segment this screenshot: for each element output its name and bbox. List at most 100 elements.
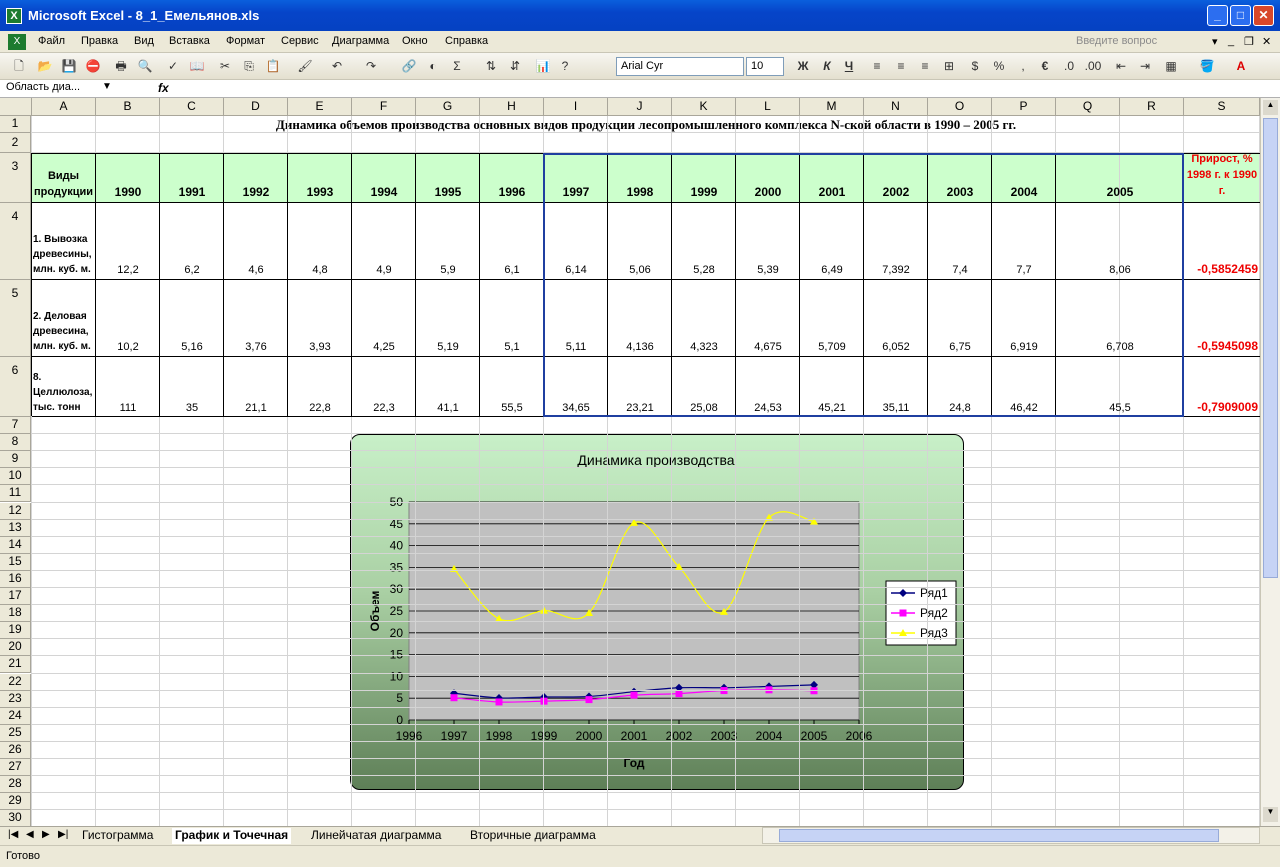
column-header[interactable]: N: [864, 98, 928, 116]
data-cell[interactable]: 45,5: [1056, 357, 1184, 417]
row-header[interactable]: 30: [0, 810, 31, 826]
column-header[interactable]: H: [480, 98, 544, 116]
excel-app-icon[interactable]: X: [6, 8, 22, 24]
row-header[interactable]: 18: [0, 605, 31, 623]
menu-window[interactable]: Окно: [402, 35, 428, 47]
minimize-button[interactable]: _: [1207, 5, 1228, 26]
data-cell[interactable]: 5,19: [416, 280, 480, 356]
data-cell[interactable]: 4,25: [352, 280, 416, 356]
currency-icon[interactable]: $: [966, 57, 984, 75]
data-cell[interactable]: 34,65: [544, 357, 608, 417]
row-header[interactable]: 27: [0, 759, 31, 777]
data-cell[interactable]: 22,3: [352, 357, 416, 417]
format-painter-icon[interactable]: 🖌: [296, 57, 314, 75]
data-cell[interactable]: 22,8: [288, 357, 352, 417]
data-cell[interactable]: 5,9: [416, 203, 480, 279]
hyperlink-icon[interactable]: 🔗: [400, 57, 418, 75]
font-name-box[interactable]: Arial Cyr: [616, 57, 744, 76]
row-header[interactable]: 17: [0, 588, 31, 606]
data-cell[interactable]: 4,6: [224, 203, 288, 279]
data-cell[interactable]: 7,4: [928, 203, 992, 279]
fill-color-icon[interactable]: 🪣: [1198, 57, 1216, 75]
data-cell[interactable]: 25,08: [672, 357, 736, 417]
data-cell[interactable]: 4,675: [736, 280, 800, 356]
row-header[interactable]: 16: [0, 570, 31, 588]
chart-area[interactable]: Динамика производства0510152025303540455…: [350, 434, 964, 790]
data-cell[interactable]: 5,39: [736, 203, 800, 279]
permission-icon[interactable]: ⛔: [84, 57, 102, 75]
data-cell[interactable]: 3,93: [288, 280, 352, 356]
data-cell[interactable]: 35,11: [864, 357, 928, 417]
print-icon[interactable]: 🖶: [112, 57, 130, 75]
vertical-scrollbar[interactable]: ▲ ▼: [1260, 98, 1280, 826]
row-header[interactable]: 20: [0, 639, 31, 657]
increase-indent-icon[interactable]: ⇥: [1136, 57, 1154, 75]
select-all-corner[interactable]: [0, 98, 32, 116]
copy-icon[interactable]: ⎘: [240, 57, 258, 75]
row-header[interactable]: 25: [0, 724, 31, 742]
spelling-icon[interactable]: ✓: [164, 57, 182, 75]
data-cell[interactable]: 5,28: [672, 203, 736, 279]
chart-wizard-icon[interactable]: 📊: [534, 57, 552, 75]
data-cell[interactable]: 6,75: [928, 280, 992, 356]
new-icon[interactable]: 🗋: [10, 57, 28, 75]
column-header[interactable]: R: [1120, 98, 1184, 116]
bold-button[interactable]: Ж: [794, 57, 812, 75]
menu-tools[interactable]: Сервис: [281, 35, 319, 47]
paste-icon[interactable]: 📋: [264, 57, 282, 75]
research-icon[interactable]: 📖: [188, 57, 206, 75]
italic-button[interactable]: К: [818, 57, 836, 75]
align-center-icon[interactable]: ≡: [892, 57, 910, 75]
next-sheet-icon[interactable]: ▶: [42, 829, 50, 840]
maximize-button[interactable]: □: [1230, 5, 1251, 26]
row-header[interactable]: 26: [0, 741, 31, 759]
save-icon[interactable]: 💾: [60, 57, 78, 75]
data-cell[interactable]: 7,392: [864, 203, 928, 279]
decrease-indent-icon[interactable]: ⇤: [1112, 57, 1130, 75]
row-header[interactable]: 29: [0, 793, 31, 811]
data-cell[interactable]: 21,1: [224, 357, 288, 417]
tab-histogram[interactable]: Гистограмма: [82, 828, 153, 844]
data-cell[interactable]: 45,21: [800, 357, 864, 417]
scroll-up-icon[interactable]: ▲: [1263, 100, 1278, 115]
data-cell[interactable]: 6,1: [480, 203, 544, 279]
column-header[interactable]: O: [928, 98, 992, 116]
data-cell[interactable]: 41,1: [416, 357, 480, 417]
data-cell[interactable]: 4,323: [672, 280, 736, 356]
data-cell[interactable]: 24,8: [928, 357, 992, 417]
row-header[interactable]: 23: [0, 690, 31, 708]
prev-sheet-icon[interactable]: ◀: [26, 829, 34, 840]
data-cell[interactable]: 5,06: [608, 203, 672, 279]
data-cell[interactable]: 5,16: [160, 280, 224, 356]
line-chart[interactable]: Динамика производства0510152025303540455…: [351, 435, 964, 790]
row-header[interactable]: 13: [0, 519, 31, 537]
menu-insert[interactable]: Вставка: [169, 35, 210, 47]
column-header[interactable]: S: [1184, 98, 1260, 116]
name-box-dropdown-icon[interactable]: ▼: [102, 81, 112, 92]
data-cell[interactable]: 6,052: [864, 280, 928, 356]
data-cell[interactable]: 5,11: [544, 280, 608, 356]
first-sheet-icon[interactable]: |◀: [8, 829, 18, 840]
doc-minimize-button[interactable]: _: [1228, 35, 1234, 47]
row-header[interactable]: 8: [0, 434, 31, 452]
document-icon[interactable]: X: [8, 34, 26, 50]
font-size-box[interactable]: 10: [746, 57, 784, 76]
data-cell[interactable]: 35: [160, 357, 224, 417]
close-button[interactable]: ✕: [1253, 5, 1274, 26]
align-right-icon[interactable]: ≡: [916, 57, 934, 75]
column-header[interactable]: C: [160, 98, 224, 116]
borders-icon[interactable]: ▦: [1162, 57, 1180, 75]
question-box[interactable]: Введите вопрос: [1076, 35, 1226, 47]
menu-help[interactable]: Справка: [445, 35, 488, 47]
merge-center-icon[interactable]: ⊞: [940, 57, 958, 75]
undo-icon[interactable]: ↶: [328, 57, 346, 75]
percent-icon[interactable]: %: [990, 57, 1008, 75]
data-cell[interactable]: 4,136: [608, 280, 672, 356]
menu-view[interactable]: Вид: [134, 35, 154, 47]
data-cell[interactable]: 6,2: [160, 203, 224, 279]
column-header[interactable]: B: [96, 98, 160, 116]
tab-secondary-chart[interactable]: Вторичные диаграмма: [470, 828, 596, 844]
data-cell[interactable]: 4,9: [352, 203, 416, 279]
drawing-icon[interactable]: ◐: [424, 57, 442, 75]
comma-style-icon[interactable]: ,: [1014, 57, 1032, 75]
